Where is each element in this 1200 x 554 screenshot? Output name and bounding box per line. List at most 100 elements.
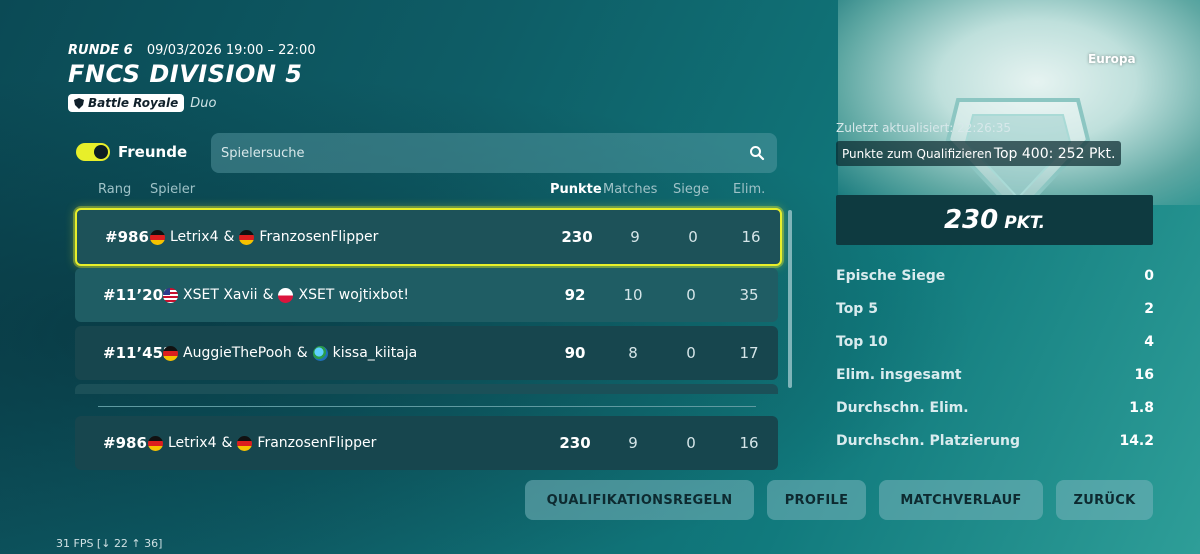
battle-royale-badge: Battle Royale	[68, 94, 185, 112]
player-separator: &	[262, 287, 274, 303]
germany-flag-icon	[163, 345, 178, 361]
qualify-threshold: Punkte zum Qualifizieren Top 400: 252 Pk…	[836, 141, 1122, 166]
team-size-label: Duo	[190, 95, 217, 111]
round-info: RUNDE 6 09/03/2026 19:00 – 22:00	[68, 43, 316, 58]
germany-flag-icon	[150, 229, 165, 245]
stat-value: 16	[1134, 367, 1154, 383]
stat-label: Top 10	[836, 334, 888, 350]
mode-badge-label: Battle Royale	[88, 96, 179, 110]
leaderboard-row-partial[interactable]	[75, 384, 778, 394]
qualify-value: Top 400: 252 Pkt.	[993, 145, 1116, 162]
player-search[interactable]	[211, 133, 777, 173]
row-matches: 9	[628, 434, 638, 452]
stat-label: Durchschn. Elim.	[836, 400, 969, 416]
last-updated: Zuletzt aktualisiert: 22:26:35	[836, 121, 1012, 135]
germany-flag-icon	[148, 435, 163, 451]
mode-info: Battle Royale Duo	[68, 94, 216, 112]
shield-icon	[74, 97, 84, 109]
row-points: 230	[559, 434, 591, 452]
leaderboard-row[interactable]: #11’208 XSET Xavii & XSET wojtixbot! 92 …	[75, 268, 778, 322]
match-history-button[interactable]: MATCHVERLAUF	[879, 480, 1043, 520]
usa-flag-icon	[163, 287, 178, 303]
row-players: XSET Xavii & XSET wojtixbot!	[163, 287, 409, 303]
column-player: Spieler	[150, 182, 196, 197]
player-1: XSET Xavii	[183, 287, 258, 303]
row-wins: 0	[686, 434, 696, 452]
column-matches[interactable]: Matches	[603, 182, 657, 197]
stat-row: Elim. insgesamt 16	[836, 367, 1154, 383]
back-button[interactable]: ZURÜCK	[1056, 480, 1153, 520]
stat-value: 4	[1144, 334, 1154, 350]
stat-row: Durchschn. Elim. 1.8	[836, 400, 1154, 416]
row-points: 90	[564, 344, 586, 362]
player-1: Letrix4	[168, 435, 217, 451]
player-2: kissa_kiitaja	[332, 345, 418, 361]
search-icon[interactable]	[749, 145, 765, 161]
stat-value: 1.8	[1129, 400, 1154, 416]
row-wins: 0	[686, 286, 696, 304]
stat-value: 2	[1144, 301, 1154, 317]
poland-flag-icon	[278, 287, 294, 303]
toggle-knob	[94, 145, 108, 159]
player-2: FranzosenFlipper	[257, 435, 377, 451]
row-matches: 9	[630, 228, 640, 246]
row-wins: 0	[686, 344, 696, 362]
player-1: AuggieThePooh	[183, 345, 292, 361]
row-players: Letrix4 & FranzosenFlipper	[150, 229, 378, 245]
profile-button[interactable]: PROFILE	[767, 480, 866, 520]
search-input[interactable]	[211, 144, 743, 162]
stat-value: 14.2	[1119, 433, 1154, 449]
stat-value: 0	[1144, 268, 1154, 284]
stat-row: Top 10 4	[836, 334, 1154, 350]
globe-icon	[312, 345, 328, 361]
germany-flag-icon	[239, 229, 255, 245]
stat-label: Durchschn. Platzierung	[836, 433, 1021, 449]
divider	[98, 406, 756, 407]
player-2: FranzosenFlipper	[259, 229, 379, 245]
region-label: Europa	[1088, 52, 1136, 66]
own-team-row[interactable]: #986 Letrix4 & FranzosenFlipper 230 9 0 …	[75, 416, 778, 470]
stat-row: Durchschn. Platzierung 14.2	[836, 433, 1154, 449]
qualify-label: Punkte zum Qualifizieren	[842, 146, 992, 161]
row-elims: 16	[739, 434, 759, 452]
leaderboard-row-selected[interactable]: #986 Letrix4 & FranzosenFlipper 230 9 0 …	[75, 208, 782, 266]
column-wins[interactable]: Siege	[673, 182, 709, 197]
friends-filter[interactable]: Freunde	[76, 143, 187, 161]
round-datetime: 09/03/2026 19:00 – 22:00	[146, 43, 316, 58]
stat-label: Top 5	[836, 301, 878, 317]
row-matches: 10	[623, 286, 643, 304]
player-2: XSET wojtixbot!	[298, 287, 409, 303]
row-points: 230	[561, 228, 593, 246]
row-matches: 8	[628, 344, 638, 362]
column-rank: Rang	[98, 182, 132, 197]
row-rank: #986	[103, 434, 147, 452]
page-title: FNCS DIVISION 5	[68, 60, 303, 88]
player-separator: &	[221, 435, 233, 451]
column-elims[interactable]: Elim.	[733, 182, 765, 197]
row-players: AuggieThePooh & kissa_kiitaja	[163, 345, 417, 361]
total-points-value: 230	[943, 205, 999, 235]
stat-label: Elim. insgesamt	[836, 367, 962, 383]
row-players: Letrix4 & FranzosenFlipper	[148, 435, 376, 451]
player-separator: &	[223, 229, 235, 245]
column-points[interactable]: Punkte	[550, 182, 602, 197]
leaderboard-scrollbar[interactable]	[788, 210, 792, 388]
leaderboard-row[interactable]: #11’452 AuggieThePooh & kissa_kiitaja 90…	[75, 326, 778, 380]
stat-row: Top 5 2	[836, 301, 1154, 317]
stat-row: Epische Siege 0	[836, 268, 1154, 284]
player-separator: &	[296, 345, 308, 361]
stat-label: Epische Siege	[836, 268, 946, 284]
fps-counter: 31 FPS [↓ 22 ↑ 36]	[56, 537, 163, 550]
row-points: 92	[564, 286, 586, 304]
row-wins: 0	[688, 228, 698, 246]
round-label: RUNDE 6	[68, 43, 133, 58]
qualification-rules-button[interactable]: QUALIFIKATIONSREGELN	[525, 480, 754, 520]
tournament-key-art: Europa	[838, 0, 1200, 205]
total-points-unit: PKT.	[1004, 212, 1046, 233]
player-1: Letrix4	[170, 229, 219, 245]
friends-toggle[interactable]	[76, 143, 110, 161]
friends-label: Freunde	[118, 143, 188, 161]
row-elims: 17	[739, 344, 759, 362]
row-elims: 35	[739, 286, 759, 304]
total-points-box: 230 PKT.	[836, 195, 1153, 245]
